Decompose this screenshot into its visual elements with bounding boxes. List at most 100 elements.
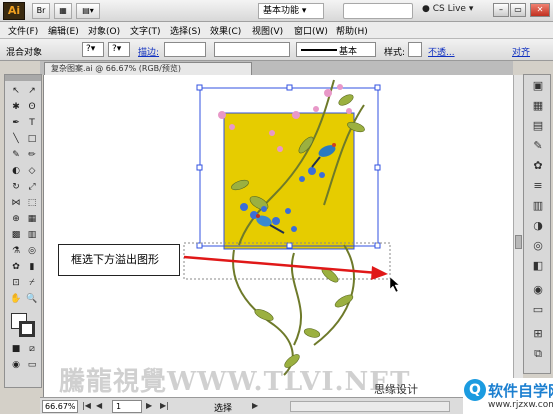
app-logo: Ai [3,2,25,20]
site-url: www.rjzxw.com [488,400,553,410]
magic-wand-tool-icon[interactable]: ✱ [9,101,23,114]
variable-width-profile[interactable] [214,42,290,57]
annotation-arrowhead [371,266,388,280]
arrange-documents-button[interactable]: ▤▾ [76,3,100,19]
menu-effect[interactable]: 效果(C) [210,24,241,37]
menu-select[interactable]: 选择(S) [170,24,201,37]
horizontal-scrollbar[interactable] [290,401,450,412]
next-page-icon[interactable]: ▶ [146,401,152,410]
cs-live-button[interactable]: ● CS Live ▾ [422,4,473,14]
shape-builder-tool-icon[interactable]: ⊕ [9,213,23,226]
menu-type[interactable]: 文字(T) [130,24,161,37]
eraser-tool-icon[interactable]: ◇ [25,165,39,178]
swatches-icon[interactable]: ▤ [530,119,546,133]
layers-icon[interactable]: ◉ [530,283,546,297]
none-mode-icon[interactable]: ⧄ [25,343,39,356]
artboards-icon[interactable]: ▭ [530,303,546,317]
stroke-color-dropdown[interactable]: ?▾ [108,42,130,57]
callout-text: 框选下方溢出图形 [71,253,159,266]
color-mode-icon[interactable]: ■ [9,343,23,356]
pathfinder-icon[interactable]: ⧉ [530,347,546,361]
artboard-canvas[interactable]: 框选下方溢出图形 騰龍視覺WWW.TLVI.NET 思缘设计 [43,75,513,397]
opacity-link[interactable]: 不透... [428,45,455,58]
minimize-button[interactable]: – [493,3,509,17]
menu-view[interactable]: 视图(V) [252,24,283,37]
previous-page-icon[interactable]: ◀ [96,401,102,410]
free-transform-tool-icon[interactable]: ⬚ [25,197,39,210]
scale-tool-icon[interactable]: ⤢ [25,181,39,194]
menu-window[interactable]: 窗口(W) [294,24,328,37]
gradient-tool-icon[interactable]: ▥ [25,229,39,242]
control-bar: 混合对象 ?▾ ?▾ 描边: 基本 样式: 不透... 对齐 [0,39,553,61]
menu-object[interactable]: 对象(O) [88,24,120,37]
watermark: 騰龍視覺WWW.TLVI.NET [59,367,411,397]
gradient-panel-icon[interactable]: ▥ [530,199,546,213]
status-menu-icon[interactable]: ▶ [252,401,258,410]
title-bar: Ai Br ▦ ▤▾ 基本功能 ▾ ● CS Live ▾ – ▭ ✕ [0,0,553,22]
vertical-scrollbar[interactable] [513,75,523,397]
stroke-swatch-icon[interactable] [19,321,35,337]
close-button[interactable]: ✕ [530,3,550,17]
type-tool-icon[interactable]: T [25,117,39,130]
artboard-tool-icon[interactable]: ⊡ [9,277,23,290]
align-link[interactable]: 对齐 [512,45,530,58]
fill-color-dropdown[interactable]: ?▾ [82,42,104,57]
hand-tool-icon[interactable]: ✋ [9,293,23,306]
mesh-tool-icon[interactable]: ▩ [9,229,23,242]
bridge-button[interactable]: Br [32,3,50,19]
line-tool-icon[interactable]: ╲ [9,133,23,146]
document-tab-title: 复杂图案.ai @ 66.67% (RGB/预览) [51,64,181,73]
workspace-label: 基本功能 [263,6,300,16]
last-page-icon[interactable]: ▶| [160,401,169,410]
width-tool-icon[interactable]: ⋈ [9,197,23,210]
screen-mode-icon[interactable]: ▭ [25,359,39,372]
pen-tool-icon[interactable]: ✒ [9,117,23,130]
graphic-styles-icon[interactable]: ◧ [530,259,546,273]
vertical-scroll-thumb[interactable] [515,235,522,249]
menu-file[interactable]: 文件(F) [8,24,38,37]
zoom-tool-icon[interactable]: 🔍 [25,293,39,306]
column-graph-tool-icon[interactable]: ▮ [25,261,39,274]
status-text: 选择 [214,404,233,414]
slice-tool-icon[interactable]: ⌿ [25,277,39,290]
lasso-tool-icon[interactable]: ʘ [25,101,39,114]
site-logo-mark-icon: Q [464,379,486,401]
menu-help[interactable]: 帮助(H) [336,24,368,37]
eyedropper-tool-icon[interactable]: ⚗ [9,245,23,258]
document-tab[interactable]: 复杂图案.ai @ 66.67% (RGB/预览) [44,62,252,75]
menu-edit[interactable]: 编辑(E) [48,24,79,37]
graphic-style-dropdown[interactable] [408,42,422,57]
color-panel-icon[interactable]: ▣ [530,79,546,93]
workspace-switcher[interactable]: 基本功能 ▾ [258,3,324,19]
align-panel-icon[interactable]: ⊞ [530,327,546,341]
brushes-icon[interactable]: ✎ [530,139,546,153]
paintbrush-tool-icon[interactable]: ✎ [9,149,23,162]
direct-selection-tool-icon[interactable]: ↗ [25,85,39,98]
symbol-sprayer-tool-icon[interactable]: ✿ [9,261,23,274]
status-bar: 66.67% |◀ ◀ 1 ▶ ▶| 选择 ▶ [40,397,463,414]
draw-mode-icon[interactable]: ◉ [9,359,23,372]
brush-definition-dropdown[interactable]: 基本 [296,42,376,57]
pencil-tool-icon[interactable]: ✏ [25,149,39,162]
selection-tool-icon[interactable]: ↖ [9,85,23,98]
symbols-icon[interactable]: ✿ [530,159,546,173]
zoom-field[interactable]: 66.67% [42,400,78,413]
page-field[interactable]: 1 [112,400,142,413]
rectangle-tool-icon[interactable]: □ [25,133,39,146]
tools-panel-grip[interactable] [5,75,41,81]
transparency-icon[interactable]: ◑ [530,219,546,233]
stroke-weight-field[interactable] [164,42,206,57]
rotate-tool-icon[interactable]: ↻ [9,181,23,194]
perspective-grid-tool-icon[interactable]: ▦ [25,213,39,226]
blob-brush-tool-icon[interactable]: ◐ [9,165,23,178]
color-guide-icon[interactable]: ▦ [530,99,546,113]
blend-tool-icon[interactable]: ◎ [25,245,39,258]
search-input[interactable] [343,3,413,19]
restore-button[interactable]: ▭ [510,3,526,17]
appearance-icon[interactable]: ◎ [530,239,546,253]
stroke-label[interactable]: 描边: [138,45,159,58]
credit-text: 思缘设计 [374,383,418,396]
minibridge-button[interactable]: ▦ [54,3,72,19]
stroke-panel-icon[interactable]: ≡ [530,179,546,193]
first-page-icon[interactable]: |◀ [82,401,91,410]
